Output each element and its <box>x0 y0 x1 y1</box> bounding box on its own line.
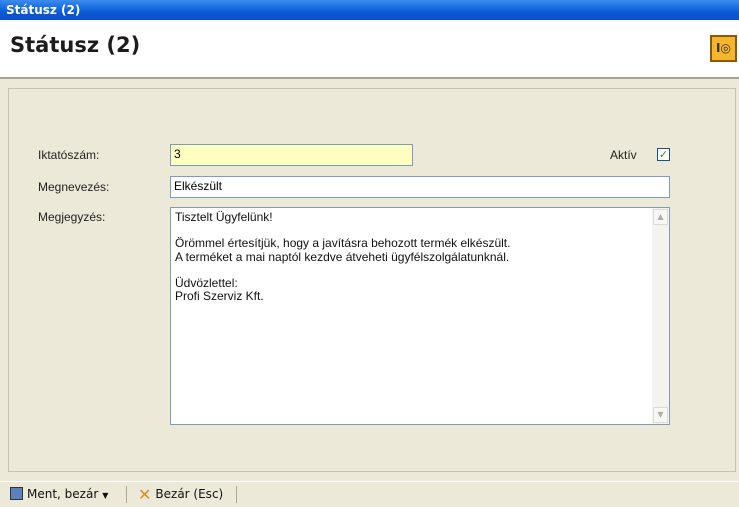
page-header: Státusz (2) I◎ <box>0 20 739 79</box>
page-title: Státusz (2) <box>10 33 141 57</box>
megnevezes-field[interactable]: Elkészült <box>170 176 670 198</box>
megnevezes-label: Megnevezés: <box>38 180 110 194</box>
iktatoszam-field[interactable]: 3 <box>170 144 413 166</box>
bottom-toolbar: Ment, bezár ▼ ✕ Bezár (Esc) <box>0 481 739 507</box>
iktatoszam-label: Iktatószám: <box>38 148 100 162</box>
window-title-bar: Státusz (2) <box>0 0 739 20</box>
chevron-down-icon[interactable]: ▼ <box>102 491 108 500</box>
save-close-label: Ment, bezár <box>27 487 99 501</box>
megjegyzes-textarea[interactable]: Tisztelt Ügyfelünk! Örömmel értesítjük, … <box>170 207 670 425</box>
close-label: Bezár (Esc) <box>155 487 224 501</box>
scroll-up-icon[interactable]: ▲ <box>653 209 668 225</box>
safe-icon: I◎ <box>710 35 737 62</box>
toolbar-divider <box>236 486 237 503</box>
aktiv-checkbox[interactable]: ✓ <box>657 148 670 161</box>
window-title: Státusz (2) <box>6 3 81 17</box>
textarea-scrollbar[interactable]: ▲ ▼ <box>652 208 669 424</box>
save-icon <box>10 487 23 500</box>
megjegyzes-text: Tisztelt Ügyfelünk! Örömmel értesítjük, … <box>175 210 511 304</box>
megjegyzes-label: Megjegyzés: <box>38 210 106 224</box>
toolbar-divider <box>126 486 127 503</box>
scroll-down-icon[interactable]: ▼ <box>653 407 668 423</box>
close-icon: ✕ <box>138 485 152 504</box>
close-button[interactable]: ✕ Bezár (Esc) <box>138 486 223 503</box>
save-close-button[interactable]: Ment, bezár ▼ <box>10 486 108 503</box>
aktiv-label: Aktív <box>610 148 637 162</box>
